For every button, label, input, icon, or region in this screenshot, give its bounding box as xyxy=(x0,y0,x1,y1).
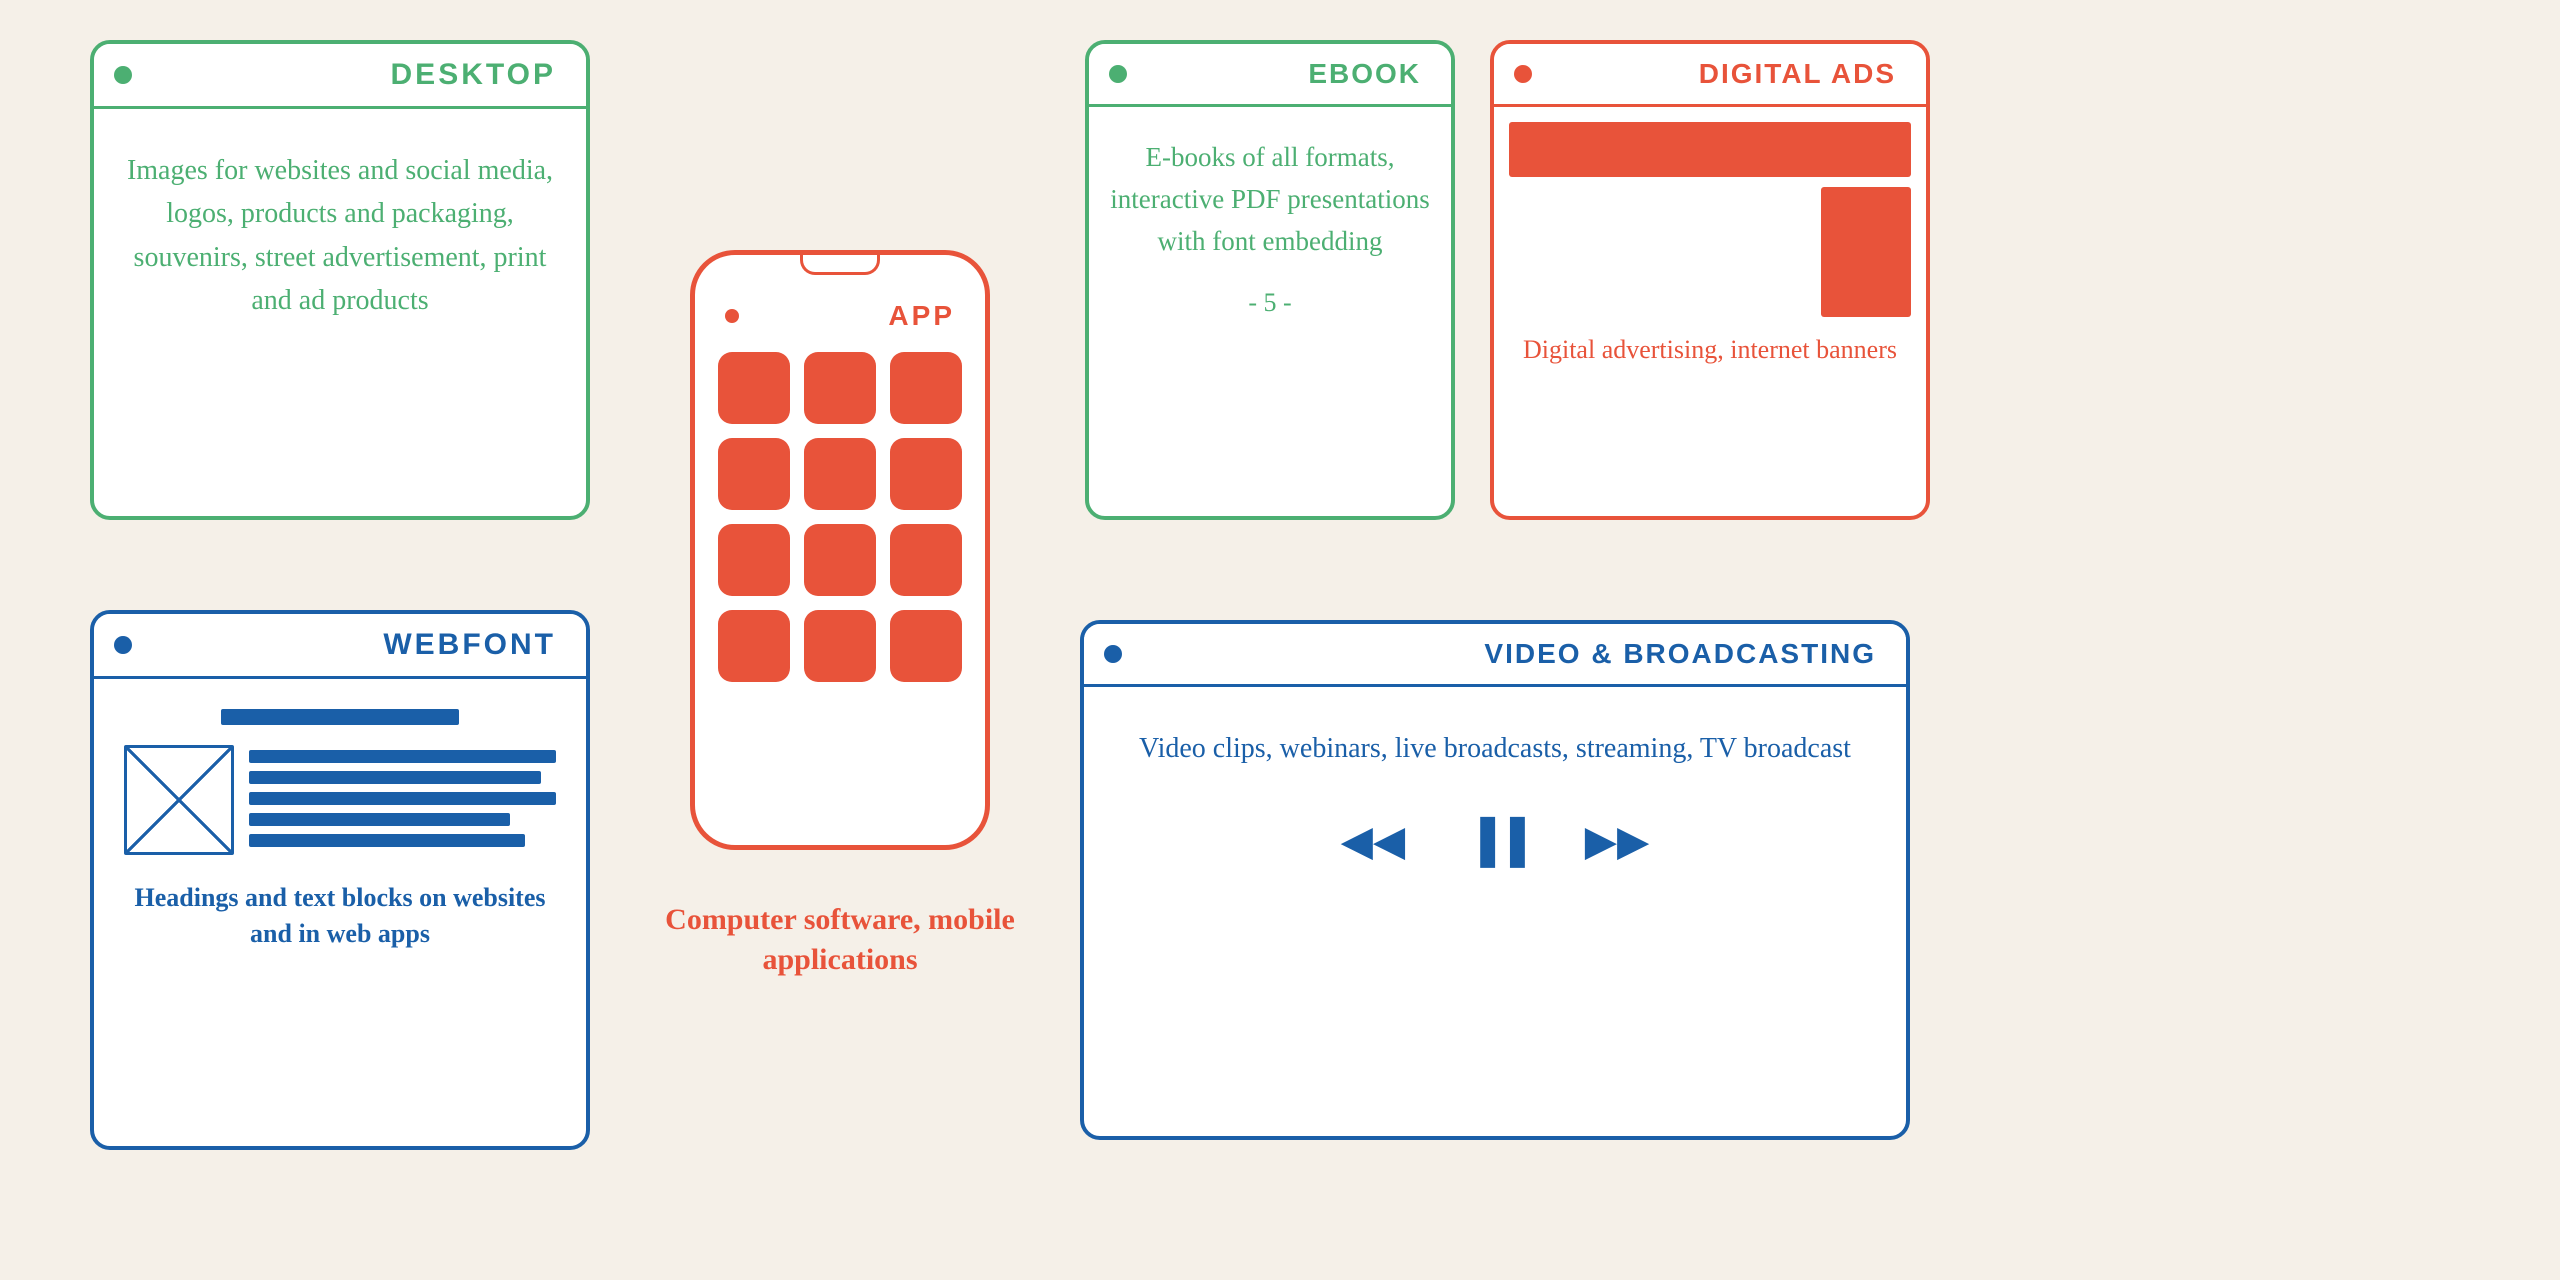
webfont-text-lines xyxy=(249,745,556,847)
webfont-body: Headings and text blocks on websites and… xyxy=(94,679,586,968)
desktop-header: DESKTOP xyxy=(94,44,586,109)
app-icon-6 xyxy=(890,438,962,510)
video-controls: ◀◀ ▐▐ ▶▶ xyxy=(1114,810,1876,875)
ebook-text: E-books of all formats, interactive PDF … xyxy=(1110,142,1429,256)
main-container: DESKTOP Images for websites and social m… xyxy=(80,40,2480,1240)
webfont-image-placeholder xyxy=(124,745,234,855)
webfont-content-row xyxy=(124,745,556,855)
rewind-icon[interactable]: ◀◀ xyxy=(1341,810,1406,875)
digital-ads-header: DIGITAL ADS xyxy=(1494,44,1926,107)
app-icon-11 xyxy=(804,610,876,682)
app-icon-5 xyxy=(804,438,876,510)
phone-header: APP xyxy=(715,275,965,342)
app-phone-container: APP Computer software, mobile applicatio… xyxy=(630,40,1050,1190)
forward-icon[interactable]: ▶▶ xyxy=(1585,810,1650,875)
webfont-line-4 xyxy=(249,813,510,826)
webfont-heading-bar xyxy=(221,709,459,725)
webfont-line-1 xyxy=(249,750,556,763)
ebook-header: EBOOK xyxy=(1089,44,1451,107)
desktop-card: DESKTOP Images for websites and social m… xyxy=(90,40,590,520)
phone-dot xyxy=(725,309,739,323)
digital-banner-top xyxy=(1509,122,1911,177)
ebook-body: E-books of all formats, interactive PDF … xyxy=(1089,107,1451,353)
webfont-mockup xyxy=(114,699,566,865)
desktop-body: Images for websites and social media, lo… xyxy=(94,109,586,363)
app-icon-4 xyxy=(718,438,790,510)
app-icon-7 xyxy=(718,524,790,596)
app-icon-2 xyxy=(804,352,876,424)
video-header: VIDEO & BROADCASTING xyxy=(1084,624,1906,687)
video-title: VIDEO & BROADCASTING xyxy=(1484,638,1876,670)
app-icon-12 xyxy=(890,610,962,682)
pause-icon[interactable]: ▐▐ xyxy=(1465,810,1525,875)
app-icon-1 xyxy=(718,352,790,424)
webfont-caption: Headings and text blocks on websites and… xyxy=(114,865,566,958)
digital-ads-title: DIGITAL ADS xyxy=(1699,58,1896,90)
app-title: APP xyxy=(888,300,955,332)
desktop-title: DESKTOP xyxy=(391,58,556,92)
webfont-header: WEBFONT xyxy=(94,614,586,679)
webfont-line-2 xyxy=(249,771,541,784)
webfont-line-3 xyxy=(249,792,556,805)
digital-banner-row xyxy=(1509,187,1911,317)
video-text: Video clips, webinars, live broadcasts, … xyxy=(1139,733,1851,764)
video-body: Video clips, webinars, live broadcasts, … xyxy=(1084,687,1906,895)
app-icon-9 xyxy=(890,524,962,596)
ebook-card: EBOOK E-books of all formats, interactiv… xyxy=(1085,40,1455,520)
digital-ads-body: Digital advertising, internet banners xyxy=(1494,107,1926,388)
app-phone: APP xyxy=(690,250,990,850)
phone-icon-grid xyxy=(718,352,962,682)
phone-notch xyxy=(800,255,880,275)
video-dot xyxy=(1104,645,1122,663)
digital-banner-right xyxy=(1821,187,1911,317)
desktop-dot xyxy=(114,66,132,84)
digital-ads-card: DIGITAL ADS Digital advertising, interne… xyxy=(1490,40,1930,520)
webfont-card: WEBFONT Headings and text blocks on webs… xyxy=(90,610,590,1150)
ebook-dot xyxy=(1109,65,1127,83)
app-icon-3 xyxy=(890,352,962,424)
digital-ads-dot xyxy=(1514,65,1532,83)
ebook-page-number: - 5 - xyxy=(1109,283,1431,323)
app-label: Computer software, mobile applications xyxy=(630,900,1050,981)
webfont-line-5 xyxy=(249,834,525,847)
webfont-title: WEBFONT xyxy=(383,628,556,662)
ebook-title: EBOOK xyxy=(1308,58,1421,90)
app-icon-8 xyxy=(804,524,876,596)
webfont-dot xyxy=(114,636,132,654)
app-icon-10 xyxy=(718,610,790,682)
digital-ads-caption: Digital advertising, internet banners xyxy=(1509,327,1911,373)
video-card: VIDEO & BROADCASTING Video clips, webina… xyxy=(1080,620,1910,1140)
